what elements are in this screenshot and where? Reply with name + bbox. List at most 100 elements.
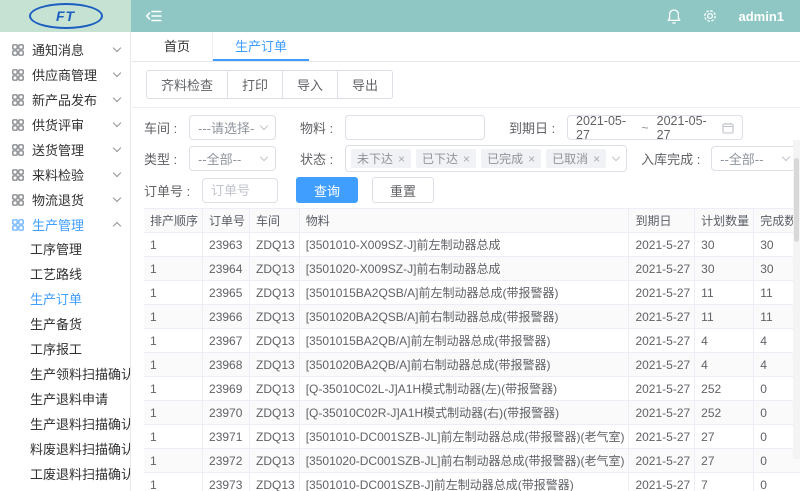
table-row[interactable]: 123968ZDQ13[3501020BA2QB/A]前右制动器总成(带报警器)…: [144, 353, 800, 377]
notification-bell-icon[interactable]: [666, 8, 682, 25]
status-tag[interactable]: 已下达 ×: [416, 149, 476, 168]
material-label: 物料 :: [300, 118, 345, 137]
tab-production-order[interactable]: 生产订单: [213, 32, 309, 61]
filter-row-3: 订单号 : 查询 重置: [144, 177, 800, 203]
sidebar-submenu-production: 工序管理工艺路线生产订单生产备货工序报工生产领料扫描确认生产退料申请生产退料扫描…: [0, 237, 130, 487]
sidebar-subitem-material-return-apply[interactable]: 生产退料申请: [0, 387, 130, 412]
menu-grid-icon: [12, 44, 24, 56]
tab-home[interactable]: 首页: [142, 32, 213, 61]
table-cell: 2021-5-27: [629, 233, 695, 257]
table-row[interactable]: 123972ZDQ13[3501020-DC001SZB-JL]前右制动器总成(…: [144, 449, 800, 473]
sidebar-item-label: 通知消息: [32, 40, 114, 59]
sidebar-item-production[interactable]: 生产管理: [0, 212, 130, 237]
status-tag[interactable]: 已取消 ×: [546, 149, 606, 168]
type-label: 类型 :: [144, 149, 189, 168]
workshop-select-value: ---请选择---: [198, 118, 255, 137]
sidebar-subitem-production-stock[interactable]: 生产备货: [0, 312, 130, 337]
table-cell: ZDQ13: [250, 377, 300, 401]
table-row[interactable]: 123969ZDQ13[Q-35010C02L-J]A1H模式制动器(左)(带报…: [144, 377, 800, 401]
table-row[interactable]: 123971ZDQ13[3501010-DC001SZB-JL]前左制动器总成(…: [144, 425, 800, 449]
status-tag-label: 已下达: [422, 150, 458, 167]
table-row[interactable]: 123965ZDQ13[3501015BA2QSB/A]前左制动器总成(带报警器…: [144, 281, 800, 305]
settings-gear-icon[interactable]: [702, 8, 718, 24]
table-cell: [3501020BA2QB/A]前右制动器总成(带报警器): [299, 353, 629, 377]
order-no-input[interactable]: [202, 178, 278, 203]
table-cell: 1: [144, 353, 203, 377]
sidebar-subitem-production-order[interactable]: 生产订单: [0, 287, 130, 312]
table-header-row: 排产顺序订单号车间物料到期日计划数量完成数量仓库压线铺缝: [144, 209, 800, 233]
table-row[interactable]: 123963ZDQ13[3501010-X009SZ-J]前左制动器总成2021…: [144, 233, 800, 257]
table-row[interactable]: 123970ZDQ13[Q-35010C02R-J]A1H模式制动器(右)(带报…: [144, 401, 800, 425]
sidebar-item-incoming-inspect[interactable]: 来料检验: [0, 162, 130, 187]
status-tag[interactable]: 未下达 ×: [351, 149, 411, 168]
column-header: 排产顺序: [144, 209, 203, 233]
table-cell: 1: [144, 305, 203, 329]
type-select[interactable]: --全部--: [189, 146, 276, 171]
sidebar-item-new-product[interactable]: 新产品发布: [0, 87, 130, 112]
table-cell: ZDQ13: [250, 329, 300, 353]
table-cell: ZDQ13: [250, 353, 300, 377]
reset-button[interactable]: 重置: [372, 177, 434, 203]
orders-table-container: 排产顺序订单号车间物料到期日计划数量完成数量仓库压线铺缝 123963ZDQ13…: [144, 208, 800, 491]
sidebar-subitem-material-return-scan[interactable]: 生产退料扫描确认: [0, 412, 130, 437]
sidebar-subitem-process-mgmt[interactable]: 工序管理: [0, 237, 130, 262]
table-row[interactable]: 123964ZDQ13[3501020-X009SZ-J]前右制动器总成2021…: [144, 257, 800, 281]
order-no-label: 订单号 :: [144, 181, 202, 200]
sidebar-item-supply-review[interactable]: 供货评审: [0, 112, 130, 137]
table-cell: 1: [144, 473, 203, 491]
sidebar-subitem-process-report[interactable]: 工序报工: [0, 337, 130, 362]
status-tag[interactable]: 已完成 ×: [481, 149, 541, 168]
sidebar-subitem-material-pick-scan[interactable]: 生产领料扫描确认: [0, 362, 130, 387]
username[interactable]: admin1: [738, 9, 784, 24]
status-multiselect[interactable]: 未下达 × 已下达 × 已完成 × 已取消 ×: [345, 145, 627, 172]
sidebar-item-notice[interactable]: 通知消息: [0, 37, 130, 62]
table-cell: 2021-5-27: [629, 281, 695, 305]
workshop-label: 车间 :: [144, 118, 189, 137]
menu-fold-icon[interactable]: [145, 8, 163, 24]
table-cell: [3501015BA2QSB/A]前左制动器总成(带报警器): [299, 281, 629, 305]
tag-close-icon[interactable]: ×: [593, 153, 600, 165]
table-cell: 23968: [203, 353, 250, 377]
tag-close-icon[interactable]: ×: [463, 153, 470, 165]
sidebar-subitem-scrap-material-return-scan[interactable]: 料废退料扫描确认: [0, 437, 130, 462]
table-cell: 1: [144, 257, 203, 281]
workshop-select[interactable]: ---请选择---: [189, 115, 276, 140]
tag-close-icon[interactable]: ×: [398, 153, 405, 165]
sidebar-item-logistics-return[interactable]: 物流退货: [0, 187, 130, 212]
table-cell: 1: [144, 233, 203, 257]
table-row[interactable]: 123973ZDQ13[3501010-DC001SZB-J]前左制动器总成(带…: [144, 473, 800, 491]
column-header: 车间: [250, 209, 300, 233]
inbound-complete-select[interactable]: --全部--: [711, 146, 798, 171]
table-cell: 11: [695, 305, 754, 329]
tag-close-icon[interactable]: ×: [528, 153, 535, 165]
sidebar-subitem-scrap-work-return-scan[interactable]: 工废退料扫描确认: [0, 462, 130, 487]
table-row[interactable]: 123966ZDQ13[3501020BA2QSB/A]前右制动器总成(带报警器…: [144, 305, 800, 329]
table-cell: 252: [695, 401, 754, 425]
scrollbar-thumb[interactable]: [794, 158, 799, 242]
header-bar: admin1: [131, 0, 800, 32]
menu-grid-icon: [12, 169, 24, 181]
table-row[interactable]: 123967ZDQ13[3501015BA2QB/A]前左制动器总成(带报警器)…: [144, 329, 800, 353]
query-button[interactable]: 查询: [296, 177, 358, 203]
table-cell: 2021-5-27: [629, 353, 695, 377]
chevron-down-icon: [113, 144, 121, 152]
due-date-range-picker[interactable]: 2021-05-27 ~ 2021-05-27: [567, 115, 743, 140]
sidebar: 通知消息供应商管理新产品发布供货评审送货管理来料检验物流退货生产管理工序管理工艺…: [0, 32, 131, 491]
material-input[interactable]: [345, 115, 485, 140]
export-button[interactable]: 导出: [337, 70, 393, 99]
sidebar-item-label: 新产品发布: [32, 90, 114, 109]
sidebar-item-supplier[interactable]: 供应商管理: [0, 62, 130, 87]
import-button[interactable]: 导入: [282, 70, 338, 99]
sidebar-subitem-process-route[interactable]: 工艺路线: [0, 262, 130, 287]
sidebar-item-delivery[interactable]: 送货管理: [0, 137, 130, 162]
table-cell: 23965: [203, 281, 250, 305]
table-cell: 2021-5-27: [629, 401, 695, 425]
material-check-button[interactable]: 齐料检查: [146, 70, 228, 99]
table-cell: 23973: [203, 473, 250, 491]
vertical-scrollbar[interactable]: [793, 140, 800, 459]
due-date-label: 到期日 :: [509, 118, 567, 137]
print-button[interactable]: 打印: [227, 70, 283, 99]
table-cell: [3501015BA2QB/A]前左制动器总成(带报警器): [299, 329, 629, 353]
table-cell: 252: [695, 377, 754, 401]
table-cell: 30: [695, 233, 754, 257]
